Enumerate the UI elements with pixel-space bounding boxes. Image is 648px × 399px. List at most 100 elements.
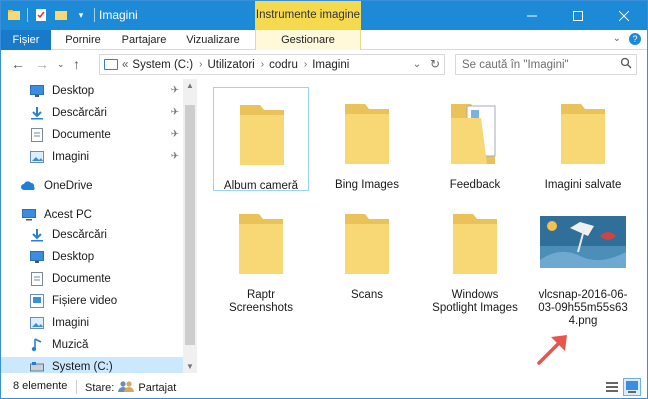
close-button[interactable] (601, 1, 647, 30)
tab-view[interactable]: Vizualizare (181, 30, 245, 50)
help-icon[interactable]: ? (629, 33, 641, 45)
breadcrumb-user[interactable]: codru (269, 59, 298, 71)
file-item[interactable]: Feedback (427, 87, 523, 194)
ribbon-tabs: Fișier Pornire Partajare Vizualizare Ges… (1, 30, 647, 50)
drive-icon (29, 360, 45, 373)
recent-locations-icon[interactable]: ⌄ (57, 56, 65, 72)
state-value: Partajat (138, 382, 177, 394)
state-label: Stare: (85, 382, 115, 394)
window-title: Imagini (99, 8, 138, 22)
nav-item-onedrive[interactable]: OneDrive (1, 176, 183, 196)
address-bar[interactable]: « System (C:) › Utilizatori › codru › Im… (99, 54, 445, 75)
refresh-icon[interactable]: ↻ (426, 55, 444, 74)
nav-item-label: Documente (52, 273, 111, 285)
scroll-up-icon[interactable]: ▲ (183, 81, 197, 90)
file-item[interactable]: vlcsnap-2016-06-03-09h55m55s634.png (535, 197, 631, 330)
breadcrumb-users[interactable]: Utilizatori (207, 59, 254, 71)
chevron-right-icon[interactable]: › (261, 59, 264, 70)
back-icon[interactable]: ← (11, 56, 25, 72)
folder-icon (319, 197, 415, 287)
file-label: Imagini salvate (544, 179, 622, 191)
download-icon (29, 228, 45, 242)
file-item[interactable]: Bing Images (319, 87, 415, 194)
onedrive-icon (21, 179, 37, 193)
qat-separator (94, 8, 95, 22)
explorer-window: ▾ Imagini Instrumente imagine Fișier Por… (0, 0, 648, 399)
nav-item-pictures-quick[interactable]: Imagini ✈ (1, 147, 183, 167)
nav-item-downloads[interactable]: Descărcări (1, 225, 183, 245)
folder-small-icon (7, 8, 21, 22)
nav-item-desktop[interactable]: Desktop (1, 247, 183, 267)
search-icon[interactable] (616, 57, 636, 72)
file-label: Bing Images (335, 179, 399, 191)
nav-item-documents-quick[interactable]: Documente ✈ (1, 125, 183, 145)
nav-item-music[interactable]: Muzică (1, 335, 183, 355)
scrollbar-thumb[interactable] (185, 105, 195, 345)
status-separator (76, 380, 77, 394)
breadcrumb-drive[interactable]: System (C:) (132, 59, 193, 71)
music-icon (29, 338, 45, 352)
nav-item-desktop-quick[interactable]: Desktop ✈ (1, 81, 183, 101)
chevron-right-icon[interactable]: › (199, 59, 202, 70)
nav-item-this-pc[interactable]: Acest PC (1, 205, 183, 225)
tab-file[interactable]: Fișier (1, 30, 51, 50)
new-folder-icon[interactable] (54, 8, 68, 22)
computer-icon (104, 59, 118, 70)
nav-item-videos[interactable]: Fișiere video (1, 291, 183, 311)
expand-ribbon-icon[interactable]: ⌄ (613, 33, 621, 45)
search-input[interactable]: Se caută în "Imagini" (456, 59, 616, 71)
file-item[interactable]: Scans (319, 197, 415, 304)
nav-item-label: Documente (52, 129, 111, 141)
folder-with-documents-icon (427, 87, 523, 177)
pin-icon[interactable]: ✈ (171, 85, 179, 96)
title-bar: ▾ Imagini Instrumente imagine (1, 1, 647, 30)
quick-access-toolbar: ▾ (7, 7, 95, 23)
details-view-icon[interactable] (603, 378, 621, 396)
folder-icon (319, 87, 415, 177)
file-item[interactable]: Album cameră (213, 87, 309, 192)
tab-manage[interactable]: Gestionare (255, 30, 361, 50)
nav-item-label: Imagini (52, 151, 90, 163)
documents-icon (29, 128, 45, 142)
forward-icon[interactable]: → (35, 56, 49, 72)
nav-item-downloads-quick[interactable]: Descărcări ✈ (1, 103, 183, 123)
address-dropdown-icon[interactable]: ⌄ (408, 55, 426, 74)
nav-item-label: Desktop (52, 251, 95, 263)
maximize-button[interactable] (555, 1, 601, 30)
address-row: ← → ⌄ ↑ « System (C:) › Utilizatori › co… (1, 51, 647, 78)
properties-icon[interactable] (34, 8, 48, 22)
search-box[interactable]: Se caută în "Imagini" (455, 54, 637, 75)
file-label: vlcsnap-2016-06-03-09h55m55s634.png (538, 289, 628, 327)
nav-item-label: OneDrive (44, 180, 93, 192)
pictures-icon (29, 150, 45, 164)
nav-scrollbar[interactable]: ▲ ▼ (183, 79, 197, 373)
breadcrumb-pictures[interactable]: Imagini (312, 59, 349, 71)
tab-share[interactable]: Partajare (115, 30, 173, 50)
chevron-right-icon[interactable]: › (304, 59, 307, 70)
customize-qat-icon[interactable]: ▾ (74, 8, 88, 22)
breadcrumb-overflow[interactable]: « (122, 59, 128, 71)
pin-icon[interactable]: ✈ (171, 129, 179, 140)
sharing-state: Stare: Partajat (85, 380, 176, 396)
pin-icon[interactable]: ✈ (171, 107, 179, 118)
up-icon[interactable]: ↑ (73, 56, 80, 72)
minimize-button[interactable] (509, 1, 555, 30)
nav-item-label: Fișiere video (52, 295, 118, 307)
nav-item-documents[interactable]: Documente (1, 269, 183, 289)
contextual-tab-group: Instrumente imagine (255, 1, 361, 30)
nav-item-pictures[interactable]: Imagini (1, 313, 183, 333)
qat-separator (27, 8, 28, 22)
tab-home[interactable]: Pornire (57, 30, 109, 50)
file-item[interactable]: Imagini salvate (535, 87, 631, 194)
nav-item-label: System (C:) (52, 361, 113, 373)
pin-icon[interactable]: ✈ (171, 151, 179, 162)
large-icons-view-icon[interactable] (623, 378, 641, 396)
folder-icon (213, 197, 309, 287)
file-item[interactable]: Windows Spotlight Images (427, 197, 523, 317)
nav-item-label: Descărcări (52, 229, 107, 241)
status-bar: 8 elemente Stare: Partajat (1, 376, 647, 398)
folder-icon (427, 197, 523, 287)
file-item[interactable]: Raptr Screenshots (213, 197, 309, 317)
nav-item-system-drive[interactable]: System (C:) (1, 357, 183, 373)
scroll-down-icon[interactable]: ▼ (183, 362, 197, 371)
